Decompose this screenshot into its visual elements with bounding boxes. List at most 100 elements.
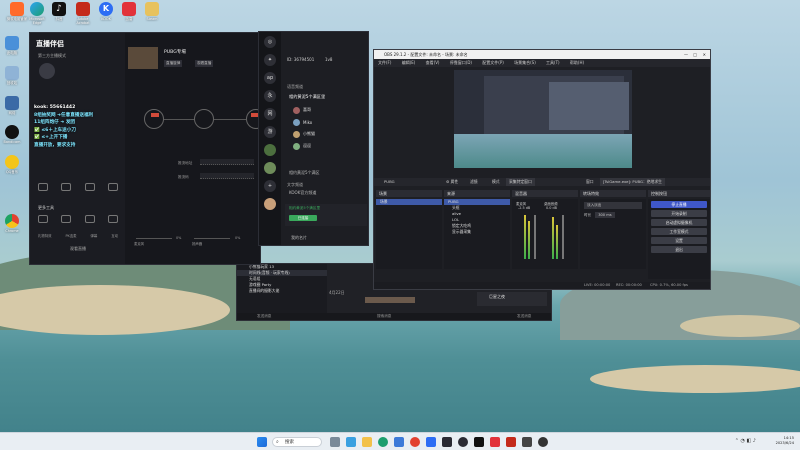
app-icon[interactable]: [538, 437, 548, 447]
mic-volume-slider[interactable]: [136, 238, 172, 239]
tool-icon[interactable]: [38, 215, 48, 223]
menu-item[interactable]: 工具(T): [546, 60, 560, 65]
speaker-volume-slider[interactable]: [194, 238, 230, 239]
add-server-icon[interactable]: +: [264, 180, 276, 192]
chat-bottom-mid[interactable]: 搜索消息: [377, 313, 391, 320]
desktop-icon-qqmusic[interactable]: QQ音乐: [1, 155, 23, 174]
voice-user[interactable]: 喜哥: [293, 104, 315, 116]
server-icon[interactable]: [264, 144, 276, 156]
mixer-fader[interactable]: [534, 215, 536, 259]
close-icon[interactable]: ✕: [703, 50, 706, 59]
tool-icon[interactable]: [61, 183, 72, 191]
app-icon[interactable]: [522, 437, 532, 447]
exit-button[interactable]: 退出: [651, 246, 707, 253]
desktop-icon-kook[interactable]: K KOOK: [95, 2, 117, 21]
bottom-item[interactable]: 互动: [111, 233, 118, 238]
kook-icon[interactable]: [442, 437, 452, 447]
settings-button[interactable]: 设置: [651, 237, 707, 244]
scene-item[interactable]: 场景: [376, 199, 442, 205]
studio-mode-button[interactable]: 工作室模式: [651, 228, 707, 235]
desktop-icon-pcmanager[interactable]: 微软电脑管家: [6, 2, 28, 21]
app-icon[interactable]: [474, 437, 484, 447]
chat-item[interactable]: 直播间的摄影大佬: [237, 288, 327, 294]
chat-bottom-right[interactable]: 发送消息: [517, 313, 531, 320]
app-icon[interactable]: [490, 437, 500, 447]
app-icon[interactable]: [506, 437, 516, 447]
tool-icon[interactable]: [61, 215, 72, 223]
tray-icons[interactable]: ⌃ ◔ ◧ ♪: [735, 438, 756, 444]
menu-item[interactable]: 场景集合(S): [514, 60, 536, 65]
desktop-icon-bandicam[interactable]: Bandicam: [1, 125, 23, 144]
desktop-icon-douyin[interactable]: ♪ 抖音: [48, 2, 70, 21]
star-icon[interactable]: ✦: [264, 54, 276, 66]
menu-item[interactable]: 配置文件(P): [482, 60, 504, 65]
duration-input[interactable]: 300 ms: [595, 212, 615, 218]
chat-right-card[interactable]: 巨星之夜: [477, 292, 547, 306]
game-tag[interactable]: 观看直播: [195, 60, 214, 67]
file-explorer-icon[interactable]: [362, 437, 372, 447]
server-icon[interactable]: 永: [264, 90, 276, 102]
voice-channel[interactable]: 相约黄泥5个满区里: [289, 94, 325, 100]
bottom-item[interactable]: 礼物特效: [38, 233, 52, 238]
other-channel[interactable]: KOOK官方频道: [289, 190, 316, 196]
desktop-icon-network[interactable]: 网络: [1, 96, 23, 115]
filters-button[interactable]: 滤镜: [470, 178, 478, 186]
desktop-icon-chrome[interactable]: Chrome: [1, 214, 23, 233]
transition-select[interactable]: 淡入淡出: [584, 202, 642, 209]
server-icon[interactable]: ap: [264, 72, 276, 84]
bottom-item[interactable]: PK连麦: [66, 233, 77, 238]
tool-icon[interactable]: [84, 183, 95, 191]
voice-user[interactable]: 逗逗: [293, 140, 315, 152]
stop-streaming-button[interactable]: 停止直播: [651, 201, 707, 208]
desktop-icon-edge[interactable]: Microsoft Edge: [26, 2, 48, 25]
push-key-field[interactable]: [200, 173, 254, 179]
menu-item[interactable]: 编辑(E): [402, 60, 416, 65]
start-icon[interactable]: [257, 437, 267, 447]
game-tag[interactable]: 直播旋律: [164, 60, 183, 67]
server-icon[interactable]: 游: [264, 126, 276, 138]
clock[interactable]: 14:15 2023/6/24: [776, 436, 794, 446]
desktop-icon-recycle[interactable]: 回收站: [1, 66, 23, 85]
tool-icon[interactable]: [84, 215, 95, 223]
obs-icon[interactable]: [458, 437, 468, 447]
desktop-icon-acrobat[interactable]: Adobe Acrobat: [72, 2, 94, 25]
mode-select[interactable]: 采集特定窗口: [506, 178, 535, 186]
tool-icon[interactable]: [38, 183, 48, 191]
desktop-icon-steam[interactable]: Steam: [141, 2, 163, 21]
task-view-icon[interactable]: [330, 437, 340, 447]
app-icon[interactable]: [410, 437, 420, 447]
minimize-icon[interactable]: —: [684, 50, 688, 59]
other-channel[interactable]: 相约黄泥5个满区: [289, 170, 320, 176]
search-input[interactable]: ⌕ 搜索: [272, 437, 322, 447]
virtual-camera-button[interactable]: 启动虚拟摄像机: [651, 219, 707, 226]
tool-icon[interactable]: [107, 215, 118, 223]
source-item[interactable]: 显示器采集: [444, 229, 510, 235]
tool-icon[interactable]: [107, 183, 118, 191]
window-select[interactable]: [TslGame.exe]: PUBG：绝地求生: [600, 178, 665, 186]
obs-preview[interactable]: [454, 70, 632, 168]
server-icon[interactable]: 网: [264, 108, 276, 120]
app-icon[interactable]: [426, 437, 436, 447]
menu-item[interactable]: 文件(F): [378, 60, 391, 65]
properties-button[interactable]: ⚙ 属性: [446, 178, 458, 186]
start-recording-button[interactable]: 开始录制: [651, 210, 707, 217]
maximize-icon[interactable]: □: [693, 50, 697, 59]
menu-item[interactable]: 帮助(H): [570, 60, 584, 65]
server-icon[interactable]: [264, 162, 276, 174]
assistant-footer[interactable]: 观看直播: [38, 246, 118, 252]
widgets-icon[interactable]: [346, 437, 356, 447]
edge-icon[interactable]: [378, 437, 388, 447]
mixer-fader[interactable]: [562, 215, 564, 259]
avatar[interactable]: [264, 198, 276, 210]
menu-item[interactable]: 停靠窗口(D): [450, 60, 472, 65]
desktop-icon-xunlei[interactable]: 迅雷: [118, 2, 140, 21]
menu-item[interactable]: 查看(V): [426, 60, 440, 65]
store-icon[interactable]: [394, 437, 404, 447]
connected-button[interactable]: 已连接: [289, 215, 317, 221]
voice-user[interactable]: Miko: [293, 116, 315, 128]
push-url-field[interactable]: [200, 159, 254, 165]
chat-bottom-left[interactable]: 发送消息: [257, 313, 271, 320]
discover-icon[interactable]: ◎: [264, 36, 276, 48]
bottom-user[interactable]: 我的名片: [291, 235, 307, 241]
desktop-icon-thispc[interactable]: 此电脑: [1, 36, 23, 55]
